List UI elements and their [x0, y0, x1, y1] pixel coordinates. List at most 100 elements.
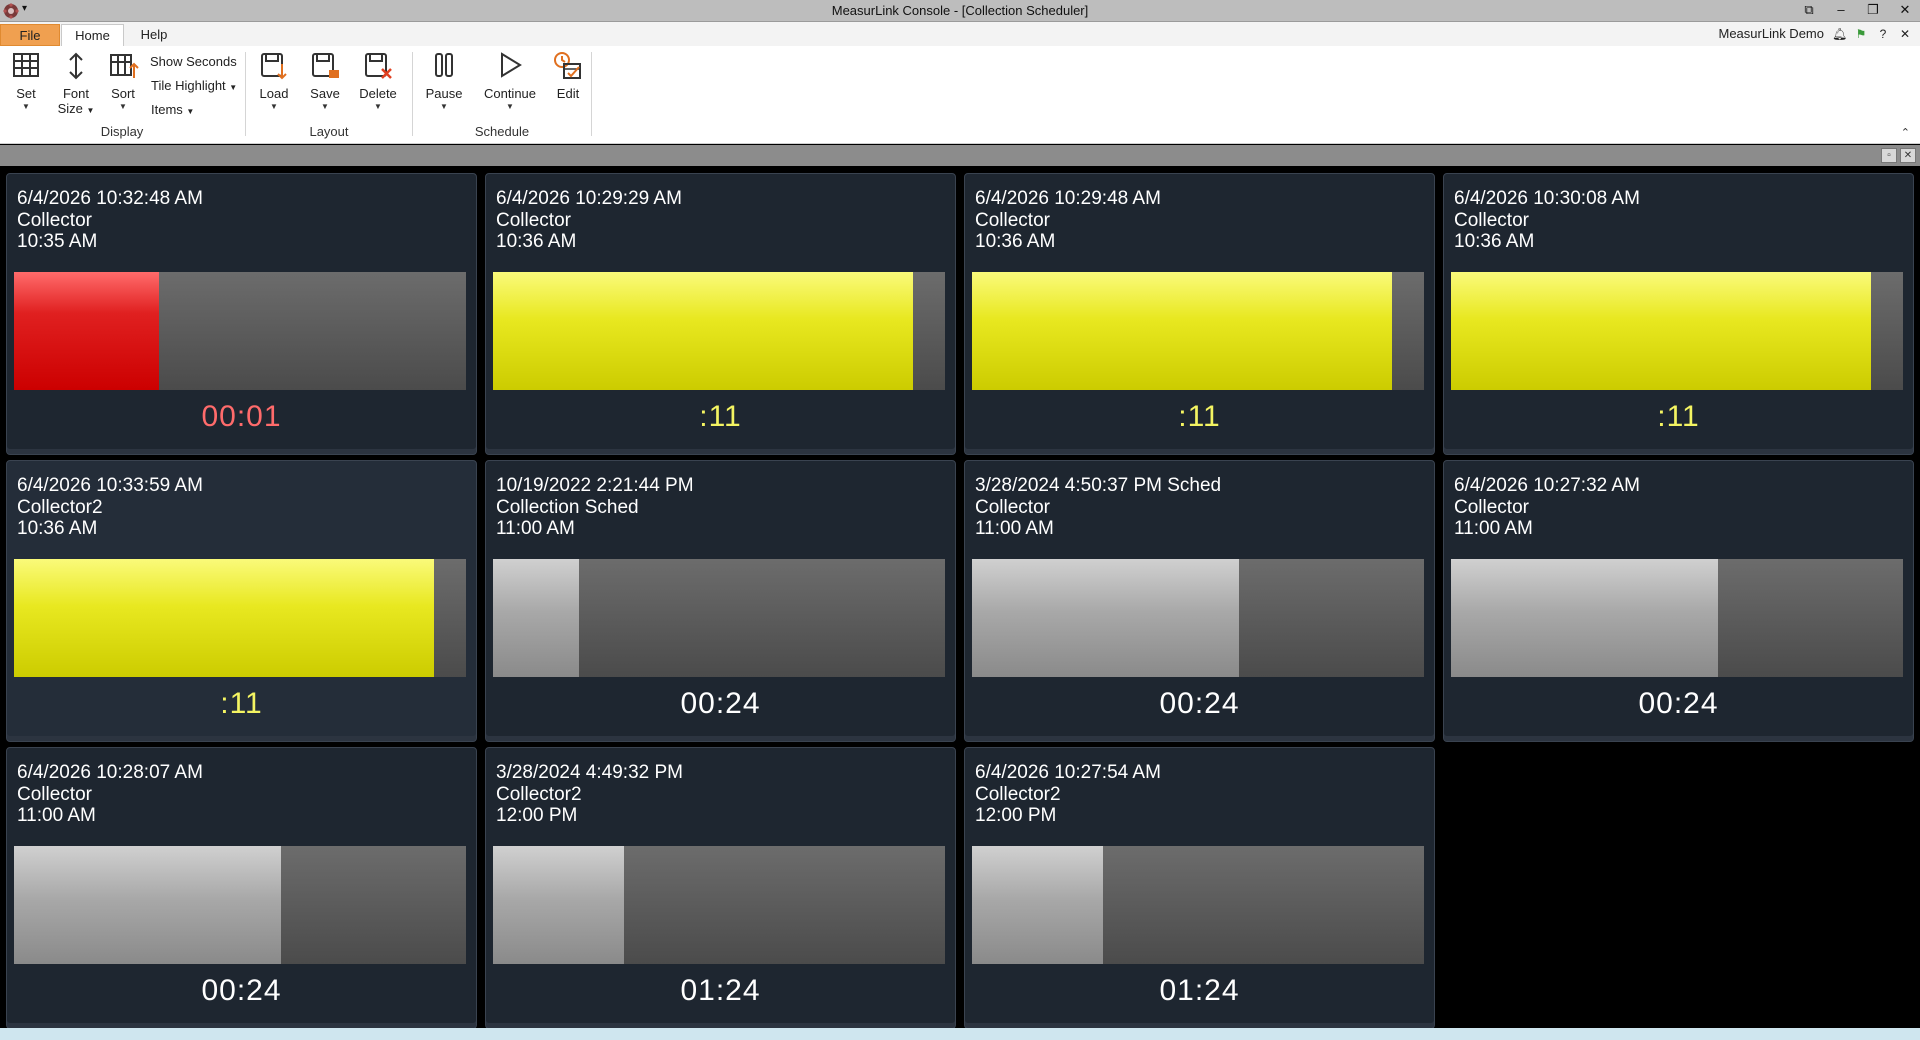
flag-icon[interactable]: ⚑	[1854, 27, 1868, 41]
tile-timestamp: 6/4/2026 10:27:54 AM	[975, 762, 1161, 783]
title-bar: ▾ MeasurLink Console - [Collection Sched…	[0, 0, 1920, 22]
pause-icon	[435, 53, 453, 77]
tile-scheduled-time: 10:36 AM	[1454, 231, 1535, 252]
sort-button[interactable]: Sort ▼	[106, 50, 140, 111]
delete-button[interactable]: Delete ▼	[356, 50, 400, 111]
ribbon-tabs: File Home Help MeasurLink Demo 🔔︎ ⚑ ? ✕	[0, 22, 1920, 46]
progress-bar-fill	[493, 846, 625, 964]
progress-bar	[493, 846, 945, 964]
schedule-tile[interactable]: 6/4/2026 10:33:59 AM Collector2 10:36 AM:1…	[6, 460, 477, 742]
float-window-icon[interactable]: ▫	[1881, 148, 1897, 163]
font-label: Font	[62, 86, 89, 101]
ribbon: Set ▼ Font Size ▼ Sort ▼ Show Seconds Ti…	[0, 46, 1920, 144]
chevron-down-icon: ▼	[440, 102, 448, 111]
tile-timestamp: 6/4/2026 10:32:48 AM	[17, 188, 203, 209]
schedule-tile[interactable]: 6/4/2026 10:28:07 AM Collector 11:00 AM 00:…	[6, 747, 477, 1029]
pause-button[interactable]: Pause ▼	[424, 50, 464, 111]
display-group-label: Display	[100, 124, 144, 139]
chevron-down-icon: ▼	[374, 102, 382, 111]
account-name[interactable]: MeasurLink Demo	[1719, 26, 1825, 41]
progress-bar-fill	[972, 559, 1239, 677]
progress-bar	[972, 272, 1424, 390]
tile-timestamp: 6/4/2026 10:29:29 AM	[496, 188, 682, 209]
minimize-button[interactable]: –	[1832, 1, 1850, 19]
progress-bar-fill	[493, 272, 914, 390]
tile-highlight-dropdown[interactable]: Tile Highlight ▼	[151, 78, 237, 93]
account-area: MeasurLink Demo 🔔︎ ⚑ ? ✕	[1719, 26, 1913, 41]
schedule-tile[interactable]: 6/4/2026 10:27:32 AM Collector 11:00 AM 00:…	[1443, 460, 1914, 742]
tile-timestamp: 6/4/2026 10:27:32 AM	[1454, 475, 1640, 496]
font-size-button[interactable]: Font Size ▼	[56, 50, 96, 116]
delete-label: Delete	[359, 86, 397, 101]
tile-scheduled-time: 10:35 AM	[17, 231, 98, 252]
tile-scheduled-time: 11:00 AM	[17, 805, 96, 826]
progress-bar	[493, 272, 945, 390]
chevron-down-icon: ▼	[506, 102, 514, 111]
tab-file[interactable]: File	[0, 24, 60, 46]
schedule-group-label: Schedule	[474, 124, 530, 139]
schedule-tile[interactable]: 6/4/2026 10:27:54 AM Collector2 12:00 PM 01…	[964, 747, 1435, 1029]
progress-bar-fill	[1451, 559, 1718, 677]
tile-highlight-label: Tile Highlight	[151, 78, 226, 93]
schedule-tile[interactable]: 6/4/2026 10:30:08 AM Collector 10:36 AM:11	[1443, 173, 1914, 455]
schedule-tile[interactable]: 6/4/2026 10:29:48 AM Collector 10:36 AM:11	[964, 173, 1435, 455]
progress-bar	[14, 846, 466, 964]
schedule-tile[interactable]: 6/4/2026 10:29:29 AM Collector 10:36 AM :11	[485, 173, 956, 455]
continue-label: Continue	[483, 86, 537, 101]
collapse-ribbon-icon[interactable]: ⌃	[1901, 126, 1910, 139]
countdown-timer: 01:24	[680, 974, 761, 1007]
tile-collector: Collector2	[975, 784, 1061, 805]
tile-scheduled-time: 10:36 AM	[496, 231, 577, 252]
tab-help[interactable]: Help	[124, 24, 184, 46]
progress-bar	[14, 559, 466, 677]
chevron-down-icon: ▼	[119, 102, 127, 111]
grid-icon	[13, 53, 39, 77]
progress-bar-fill	[14, 559, 435, 677]
progress-bar	[972, 559, 1424, 677]
chevron-down-icon: ▼	[270, 102, 278, 111]
tile-timestamp: 3/28/2024 4:49:32 PM	[496, 762, 683, 783]
close-doc-icon[interactable]: ✕	[1898, 27, 1912, 41]
tile-timestamp: 10/19/2022 2:21:44 PM	[496, 475, 694, 496]
schedule-tile[interactable]: 3/28/2024 4:50:37 PM Sched Collector 11:00…	[964, 460, 1435, 742]
load-button[interactable]: Load ▼	[256, 50, 292, 111]
chevron-down-icon: ▼	[86, 106, 95, 115]
tile-scheduled-time: 11:00 AM	[1454, 518, 1533, 539]
help-icon[interactable]: ?	[1876, 27, 1890, 41]
tile-collector: Collector	[496, 210, 571, 231]
window-title: MeasurLink Console - [Collection Schedul…	[831, 3, 1089, 18]
bell-icon[interactable]: 🔔︎	[1832, 27, 1847, 41]
progress-bar-fill	[972, 272, 1393, 390]
close-panel-icon[interactable]: ✕	[1900, 148, 1916, 163]
schedule-tile[interactable]: 6/4/2026 10:32:48 AM Collector 10:35 AM 00:…	[6, 173, 477, 455]
save-disk-icon	[312, 53, 339, 78]
tile-scheduled-time: 12:00 PM	[496, 805, 578, 826]
tile-collector: Collector	[1454, 497, 1529, 518]
save-button[interactable]: Save ▼	[307, 50, 343, 111]
progress-bar	[1451, 272, 1903, 390]
schedule-tile[interactable]: 3/28/2024 4:49:32 PM Collector2 12:00 PM 01…	[485, 747, 956, 1029]
close-button[interactable]: ✕	[1896, 1, 1914, 19]
progress-bar	[493, 559, 945, 677]
tile-collector: Collector	[17, 210, 92, 231]
tab-home[interactable]: Home	[61, 24, 124, 46]
maximize-button[interactable]: ❐	[1864, 1, 1882, 19]
progress-bar-fill	[493, 559, 579, 677]
set-label: Set	[16, 86, 36, 101]
countdown-timer: :11	[699, 400, 742, 433]
tile-collector: Collector2	[496, 784, 582, 805]
group-separator	[591, 52, 592, 136]
set-button[interactable]: Set ▼	[10, 50, 42, 111]
size-label: Size	[57, 101, 83, 116]
edit-label: Edit	[556, 86, 580, 101]
schedule-tile[interactable]: 10/19/2022 2:21:44 PM Collection Sched 11:…	[485, 460, 956, 742]
edit-button[interactable]: Edit	[550, 50, 586, 101]
countdown-timer: 00:24	[680, 687, 761, 720]
countdown-timer: 00:01	[201, 400, 282, 433]
restore-layout-icon[interactable]: ⧉	[1800, 1, 1818, 19]
continue-button[interactable]: Continue ▼	[480, 50, 540, 111]
countdown-timer: 00:24	[1159, 687, 1240, 720]
save-label: Save	[310, 86, 340, 101]
show-seconds-toggle[interactable]: Show Seconds	[150, 54, 237, 69]
items-dropdown[interactable]: Items ▼	[151, 102, 194, 117]
